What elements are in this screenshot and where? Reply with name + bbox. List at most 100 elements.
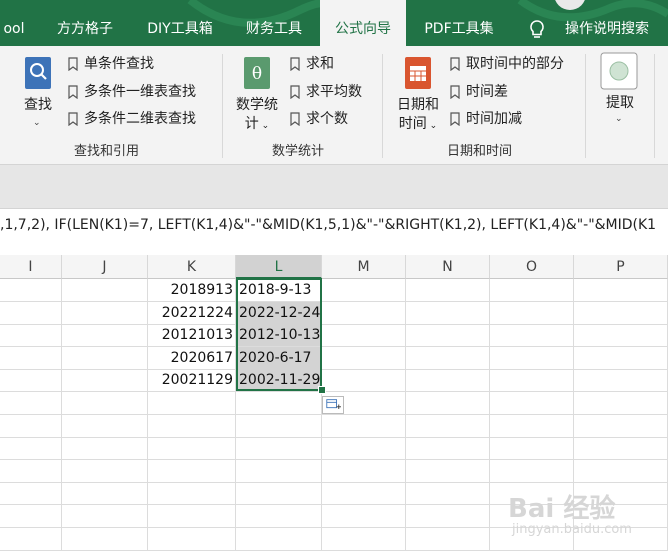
cell-M9[interactable] [322, 459, 406, 483]
cell-P4[interactable] [574, 346, 668, 370]
cell-J3[interactable] [62, 324, 148, 348]
column-header-J[interactable]: J [62, 255, 148, 279]
find-dropdown-chevron-icon[interactable]: ⌄ [33, 118, 41, 128]
formula-text[interactable]: ,1,7,2), IF(LEN(K1)=7, LEFT(K1,4)&"-"&MI… [0, 217, 656, 233]
cell-N2[interactable] [406, 301, 490, 325]
cell-O4[interactable] [490, 346, 574, 370]
cell-J4[interactable] [62, 346, 148, 370]
cell-K9[interactable] [148, 459, 236, 483]
tab-diy[interactable]: DIY工具箱 [134, 0, 226, 46]
cell-J6[interactable] [62, 392, 148, 415]
cell-N9[interactable] [406, 459, 490, 483]
cell-N4[interactable] [406, 346, 490, 370]
tab-formula-wizard[interactable]: 公式向导 [320, 0, 406, 46]
cell-J2[interactable] [62, 301, 148, 325]
cell-I4[interactable] [0, 346, 62, 370]
column-header-P[interactable]: P [574, 255, 668, 279]
tab-finance[interactable]: 财务工具 [232, 0, 316, 46]
cell-N8[interactable] [406, 437, 490, 461]
cell-J1[interactable] [62, 279, 148, 302]
cell-P1[interactable] [574, 279, 668, 302]
cell-O3[interactable] [490, 324, 574, 348]
cell-N3[interactable] [406, 324, 490, 348]
time-add-item[interactable]: 时间加减 [450, 108, 522, 130]
cell-I5[interactable] [0, 369, 62, 393]
cell-L10[interactable] [236, 482, 322, 506]
cell-M10[interactable] [322, 482, 406, 506]
cell-N11[interactable] [406, 505, 490, 528]
tab-fangfang[interactable]: 方方格子 [42, 0, 128, 46]
cell-O2[interactable] [490, 301, 574, 325]
single-condition-lookup[interactable]: 单条件查找 [68, 53, 154, 75]
cell-L7[interactable] [236, 414, 322, 438]
cell-L9[interactable] [236, 459, 322, 483]
cell-K10[interactable] [148, 482, 236, 506]
cell-K2[interactable]: 20221224 [148, 301, 236, 325]
column-header-K[interactable]: K [148, 255, 236, 279]
cell-L11[interactable] [236, 505, 322, 528]
cell-N6[interactable] [406, 392, 490, 415]
cell-L8[interactable] [236, 437, 322, 461]
cell-O7[interactable] [490, 414, 574, 438]
cell-I6[interactable] [0, 392, 62, 415]
cell-P8[interactable] [574, 437, 668, 461]
column-header-M[interactable]: M [322, 255, 406, 279]
cell-L12[interactable] [236, 527, 322, 551]
cell-N1[interactable] [406, 279, 490, 302]
cell-L2[interactable]: 2022-12-24 [236, 301, 322, 325]
cell-N10[interactable] [406, 482, 490, 506]
cell-M12[interactable] [322, 527, 406, 551]
cell-K12[interactable] [148, 527, 236, 551]
cell-J10[interactable] [62, 482, 148, 506]
cell-N12[interactable] [406, 527, 490, 551]
average-item[interactable]: 求平均数 [290, 81, 362, 103]
cell-O5[interactable] [490, 369, 574, 393]
cell-M7[interactable] [322, 414, 406, 438]
cell-M4[interactable] [322, 346, 406, 370]
time-diff-item[interactable]: 时间差 [450, 81, 508, 103]
cell-J9[interactable] [62, 459, 148, 483]
cell-I8[interactable] [0, 437, 62, 461]
cell-I12[interactable] [0, 527, 62, 551]
cell-P5[interactable] [574, 369, 668, 393]
cell-I10[interactable] [0, 482, 62, 506]
cell-O8[interactable] [490, 437, 574, 461]
cell-J5[interactable] [62, 369, 148, 393]
cell-K7[interactable] [148, 414, 236, 438]
cell-M8[interactable] [322, 437, 406, 461]
cell-J8[interactable] [62, 437, 148, 461]
tab-search-help[interactable]: 操作说明搜索 [556, 0, 658, 46]
cell-K3[interactable]: 20121013 [148, 324, 236, 348]
cell-O1[interactable] [490, 279, 574, 302]
cell-K5[interactable]: 20021129 [148, 369, 236, 393]
cell-P7[interactable] [574, 414, 668, 438]
column-header-I[interactable]: I [0, 255, 62, 279]
cell-P3[interactable] [574, 324, 668, 348]
time-part-item[interactable]: 取时间中的部分 [450, 53, 564, 75]
cell-I9[interactable] [0, 459, 62, 483]
cell-M1[interactable] [322, 279, 406, 302]
cell-K11[interactable] [148, 505, 236, 528]
cell-K6[interactable] [148, 392, 236, 415]
column-header-L[interactable]: L [236, 255, 322, 279]
tab-pdf[interactable]: PDF工具集 [410, 0, 508, 46]
cell-M3[interactable] [322, 324, 406, 348]
extract-button[interactable]: 提取 [601, 94, 639, 113]
cell-K1[interactable]: 2018913 [148, 279, 236, 302]
extract-dropdown-chevron-icon[interactable]: ⌄ [615, 114, 623, 124]
cell-I7[interactable] [0, 414, 62, 438]
cell-I11[interactable] [0, 505, 62, 528]
date-time-button[interactable]: 日期和 时间 ⌄ [392, 96, 444, 136]
cell-N7[interactable] [406, 414, 490, 438]
multi-condition-1d-lookup[interactable]: 多条件一维表查找 [68, 81, 196, 103]
cell-K8[interactable] [148, 437, 236, 461]
cell-N5[interactable] [406, 369, 490, 393]
cell-I3[interactable] [0, 324, 62, 348]
column-header-O[interactable]: O [490, 255, 574, 279]
cell-M11[interactable] [322, 505, 406, 528]
cell-O9[interactable] [490, 459, 574, 483]
column-header-N[interactable]: N [406, 255, 490, 279]
cell-J11[interactable] [62, 505, 148, 528]
cell-P6[interactable] [574, 392, 668, 415]
cell-J7[interactable] [62, 414, 148, 438]
